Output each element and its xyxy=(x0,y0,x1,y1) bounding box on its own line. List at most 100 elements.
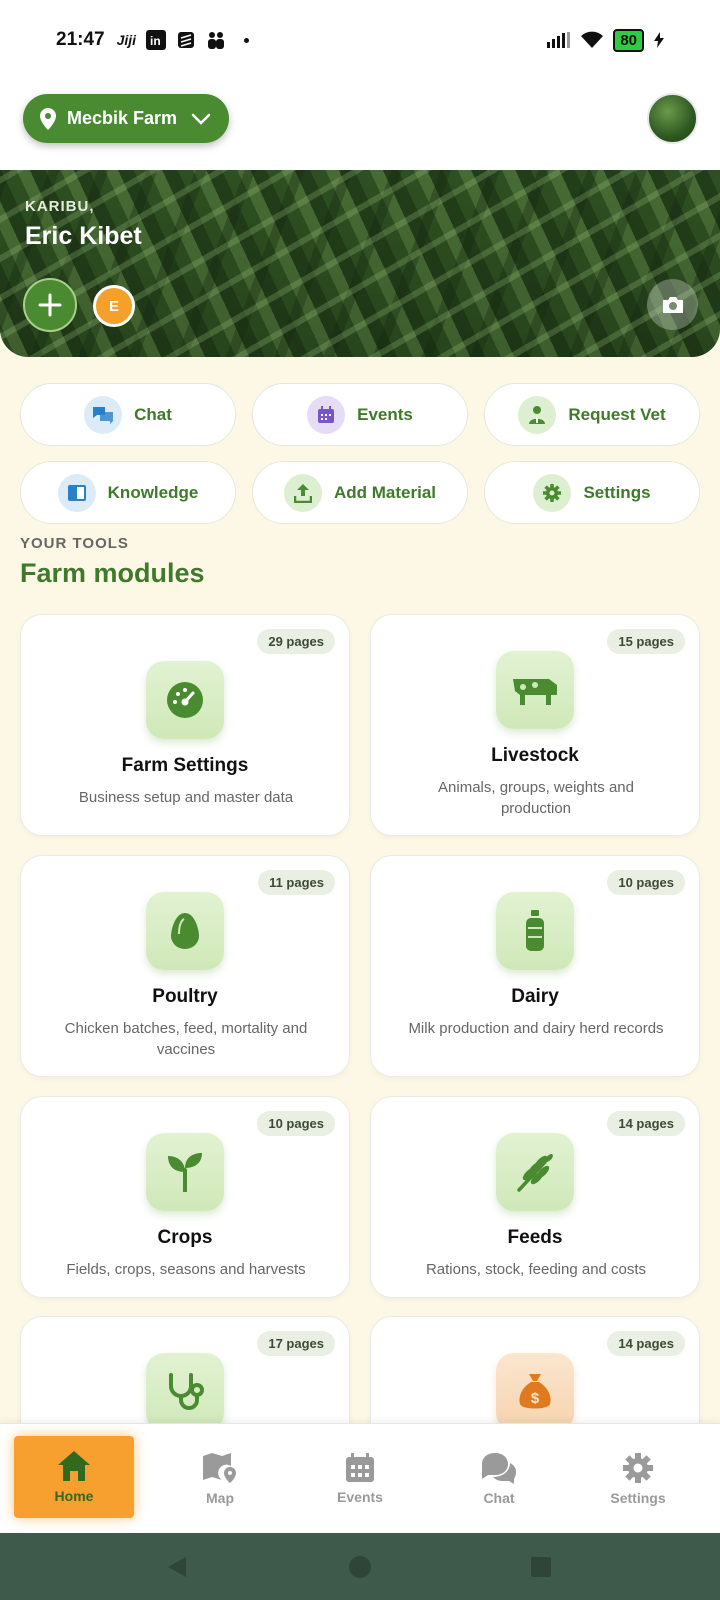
status-time: 21:47 xyxy=(56,29,105,50)
module-card-dairy[interactable]: 10 pages Dairy Milk production and dairy… xyxy=(370,855,700,1077)
calendar-icon xyxy=(307,395,346,434)
module-description: Rations, stock, feeding and costs xyxy=(425,1261,647,1278)
system-navigation-bar xyxy=(0,1533,720,1600)
pages-badge: 11 pages xyxy=(258,870,335,895)
module-card-poultry[interactable]: 11 pages Poultry Chicken batches, feed, … xyxy=(20,855,350,1077)
vet-person-icon xyxy=(518,395,557,434)
jiji-notification-icon: Jiji xyxy=(116,32,137,48)
quick-action-label: Add Material xyxy=(333,482,437,502)
pages-badge: 14 pages xyxy=(607,1331,685,1356)
module-description: Milk production and dairy herd records xyxy=(408,1020,664,1037)
cow-icon xyxy=(496,651,574,729)
gear-icon xyxy=(533,473,572,512)
bottom-navigation: Home Map Events Chat Settings xyxy=(0,1423,720,1533)
greeting-label: KARIBU, xyxy=(25,198,95,215)
nav-settings[interactable]: Settings xyxy=(578,1424,698,1534)
module-card-crops[interactable]: 10 pages Crops Fields, crops, seasons an… xyxy=(20,1096,350,1298)
milk-bottle-icon xyxy=(496,892,574,970)
pages-badge: 29 pages xyxy=(257,629,335,654)
quick-action-label: Events xyxy=(357,404,413,424)
module-description: Animals, groups, weights and production xyxy=(438,779,634,817)
module-title: Poultry xyxy=(152,986,218,1007)
farm-name: Mecbik Farm xyxy=(67,108,178,128)
back-icon[interactable] xyxy=(166,1555,188,1579)
quick-action-settings[interactable]: Settings xyxy=(484,461,700,524)
chat-bubbles-icon xyxy=(482,1453,516,1484)
hero-banner: KARIBU, Eric Kibet E xyxy=(0,170,720,357)
quick-action-knowledge[interactable]: Knowledge xyxy=(20,461,236,524)
camera-icon xyxy=(662,296,683,313)
location-pin-icon xyxy=(40,107,56,130)
pages-badge: 10 pages xyxy=(257,1111,335,1136)
stethoscope-icon xyxy=(146,1353,224,1431)
profile-avatar[interactable] xyxy=(647,93,698,144)
user-name: Eric Kibet xyxy=(25,222,142,250)
svg-text:in: in xyxy=(150,34,161,48)
home-icon xyxy=(58,1451,90,1481)
chevron-down-icon xyxy=(191,113,211,125)
app-header: Mecbik Farm xyxy=(0,80,720,170)
plus-icon xyxy=(38,293,62,317)
upload-icon xyxy=(283,473,322,512)
camera-button[interactable] xyxy=(647,279,698,330)
svg-text:$: $ xyxy=(531,1390,540,1407)
hero-background-image xyxy=(0,170,720,357)
people-app-icon xyxy=(208,32,225,49)
nav-label: Map xyxy=(206,1490,234,1506)
dashboard-gauge-icon xyxy=(146,661,224,739)
charging-icon xyxy=(654,32,664,48)
map-icon xyxy=(203,1453,236,1483)
section-kicker: YOUR TOOLS xyxy=(20,535,129,552)
calendar-icon xyxy=(346,1453,374,1482)
notification-icons: Jiji in xyxy=(116,30,250,50)
module-description: Business setup and master data xyxy=(78,789,294,806)
quick-action-chat[interactable]: Chat xyxy=(20,383,236,446)
nav-label: Chat xyxy=(483,1490,515,1506)
nav-label: Events xyxy=(337,1489,383,1505)
more-notifications-dot-icon xyxy=(244,37,250,43)
module-card-farm-settings[interactable]: 29 pages Farm Settings Business setup an… xyxy=(20,614,350,836)
module-title: Crops xyxy=(157,1227,213,1248)
module-description: Fields, crops, seasons and harvests xyxy=(66,1261,306,1278)
quick-action-label: Chat xyxy=(134,404,172,424)
wheat-icon xyxy=(496,1133,574,1211)
module-title: Livestock xyxy=(491,745,579,766)
quick-action-label: Request Vet xyxy=(568,404,666,424)
nav-events[interactable]: Events xyxy=(300,1424,420,1534)
nav-chat[interactable]: Chat xyxy=(439,1424,559,1534)
signal-icon xyxy=(547,32,571,48)
farm-selector[interactable]: Mecbik Farm xyxy=(23,94,229,143)
money-bag-icon: $ xyxy=(496,1353,574,1431)
book-icon xyxy=(57,473,96,512)
stack-app-icon xyxy=(178,32,195,48)
system-status: 80 xyxy=(547,28,664,52)
quick-action-add-material[interactable]: Add Material xyxy=(252,461,468,524)
status-bar: 21:47 Jiji in 80 xyxy=(0,0,720,80)
home-circle-icon[interactable] xyxy=(348,1555,372,1579)
quick-action-events[interactable]: Events xyxy=(252,383,468,446)
module-title: Farm Settings xyxy=(121,755,249,776)
pages-badge: 15 pages xyxy=(607,629,685,654)
quick-action-label: Settings xyxy=(583,482,651,502)
section-title: Farm modules xyxy=(20,558,205,588)
pages-badge: 17 pages xyxy=(257,1331,335,1356)
recents-square-icon[interactable] xyxy=(530,1556,552,1578)
module-card-feeds[interactable]: 14 pages Feeds Rations, stock, feeding a… xyxy=(370,1096,700,1298)
egg-icon xyxy=(146,892,224,970)
module-description: Chicken batches, feed, mortality and vac… xyxy=(64,1020,308,1058)
module-title: Dairy xyxy=(511,986,559,1007)
user-initial-avatar[interactable]: E xyxy=(93,285,135,327)
nav-label: Home xyxy=(54,1488,94,1504)
chat-bubbles-icon xyxy=(84,395,123,434)
seedling-icon xyxy=(146,1133,224,1211)
nav-home[interactable]: Home xyxy=(14,1436,134,1518)
wifi-icon xyxy=(581,31,604,48)
nav-label: Settings xyxy=(610,1490,666,1506)
pages-badge: 14 pages xyxy=(607,1111,685,1136)
battery-indicator: 80 xyxy=(613,28,644,52)
nav-map[interactable]: Map xyxy=(160,1424,280,1534)
module-card-livestock[interactable]: 15 pages Livestock Animals, groups, weig… xyxy=(370,614,700,836)
add-button[interactable] xyxy=(23,278,77,332)
quick-action-label: Knowledge xyxy=(107,482,199,502)
quick-action-request-vet[interactable]: Request Vet xyxy=(484,383,700,446)
